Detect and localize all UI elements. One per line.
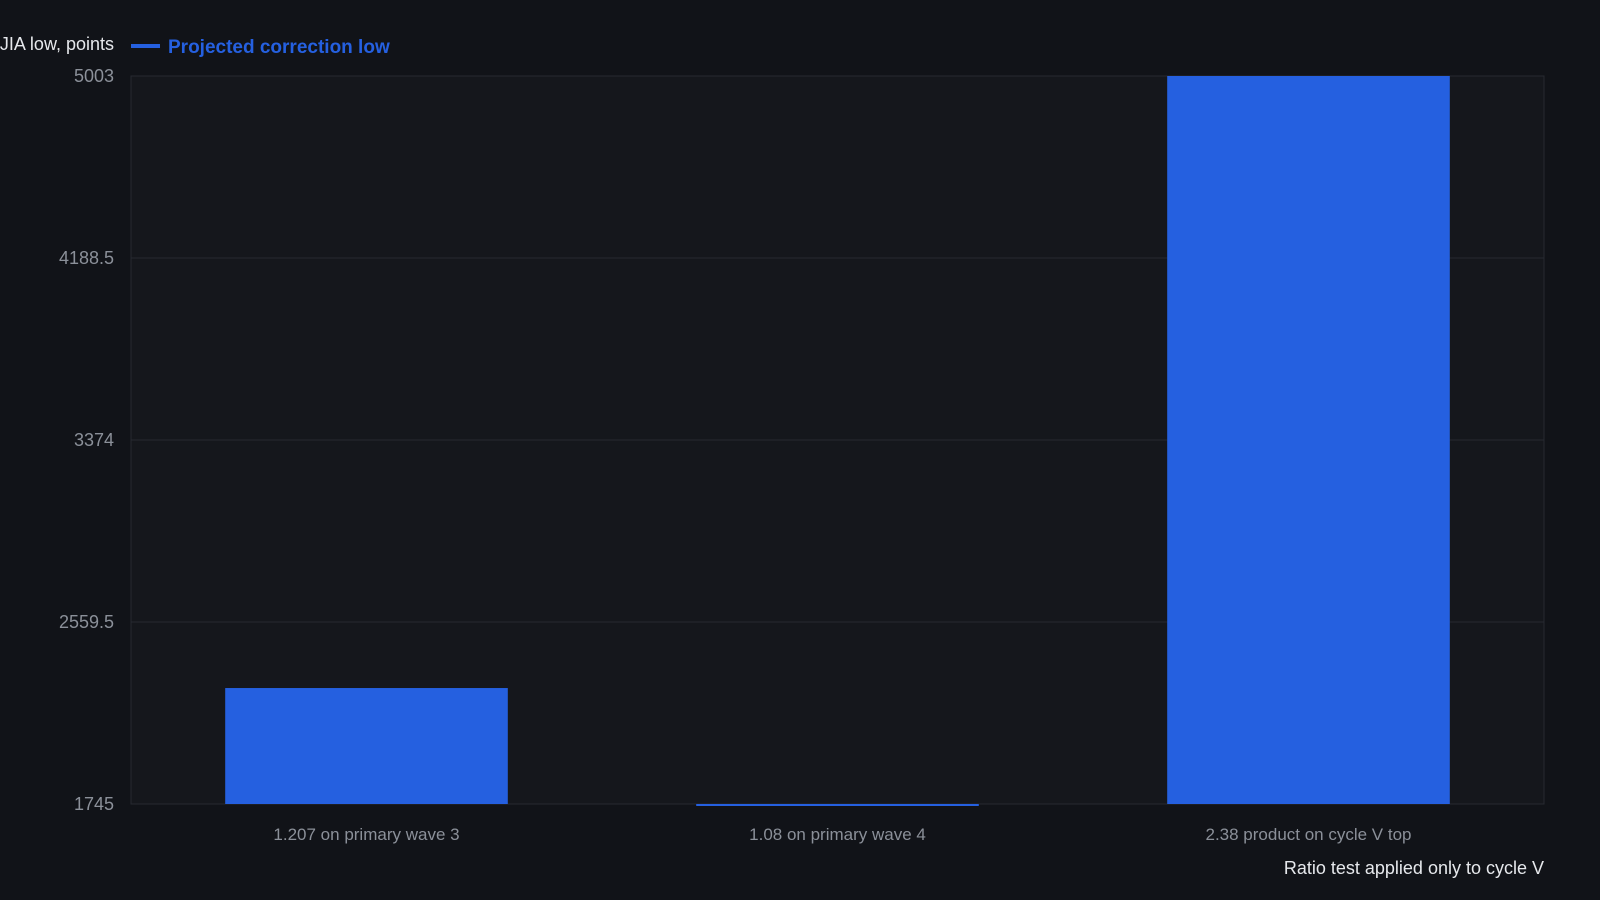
legend[interactable]: Projected correction low: [131, 37, 390, 58]
y-tick-label: 1745: [74, 794, 114, 814]
chart-annotation: Ratio test applied only to cycle V: [1284, 858, 1544, 878]
bar-chart: 1745 2559.5 3374 4188.5 5003 1.207 on primar…: [0, 34, 1545, 878]
bar[interactable]: [1167, 76, 1450, 804]
bar[interactable]: [225, 688, 508, 804]
x-axis-ticks: 1.207 on primary wave 3 1.08 on primary w…: [273, 825, 1411, 844]
x-tick-label: 2.38 product on cycle V top: [1205, 825, 1411, 844]
legend-label: Projected correction low: [168, 37, 390, 58]
y-axis-label: DJIA low, points: [0, 34, 114, 54]
y-tick-label: 5003: [74, 66, 114, 86]
y-tick-label: 3374: [74, 430, 114, 450]
x-tick-label: 1.207 on primary wave 3: [273, 825, 459, 844]
y-tick-label: 2559.5: [59, 612, 114, 632]
x-tick-label: 1.08 on primary wave 4: [749, 825, 926, 844]
y-axis-ticks: 1745 2559.5 3374 4188.5 5003: [59, 66, 114, 814]
y-tick-label: 4188.5: [59, 248, 114, 268]
bar[interactable]: [696, 804, 979, 806]
